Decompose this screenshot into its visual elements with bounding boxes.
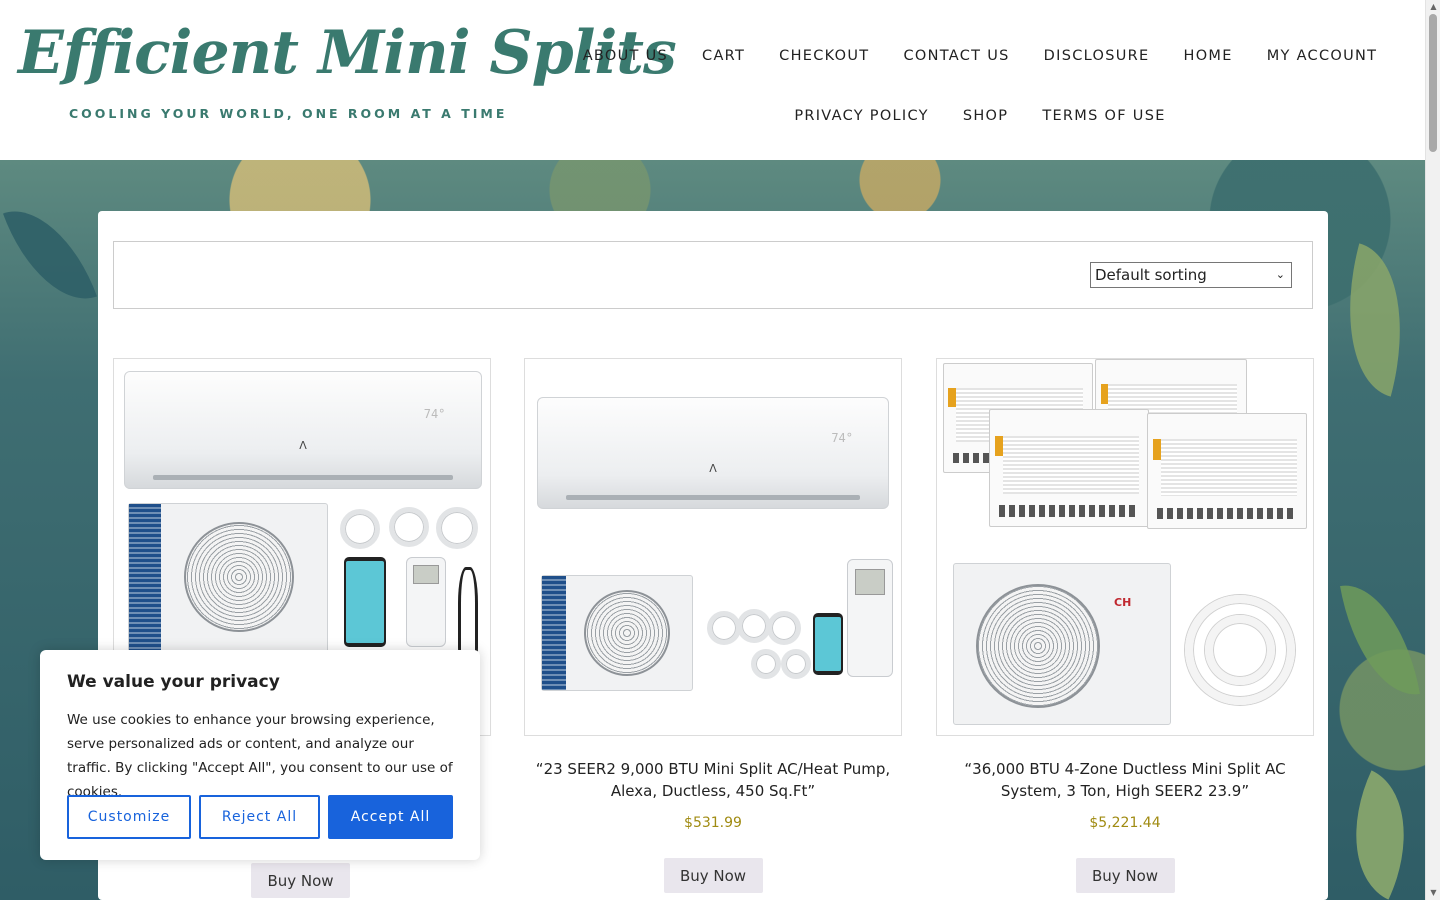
coil-icon	[767, 611, 801, 645]
cable-icon	[458, 567, 478, 657]
nav-item-home[interactable]: HOME	[1166, 48, 1249, 64]
sorting-select[interactable]: Default sorting ⌄	[1090, 262, 1292, 288]
wall-unit-image	[1147, 413, 1307, 529]
coil-icon	[436, 507, 478, 549]
nav-row-1: ABOUT US CART CHECKOUT CONTACT US DISCLO…	[570, 26, 1390, 86]
remote-icon	[406, 557, 446, 647]
product-card: CH “36,000 BTU 4-Zone Ductless Mini Spli…	[936, 358, 1314, 893]
sorting-select-value: Default sorting	[1095, 266, 1207, 284]
reject-all-button[interactable]: Reject All	[199, 795, 320, 839]
decor-leaf-icon	[1325, 770, 1435, 900]
coil-icon	[751, 649, 781, 679]
buy-now-button[interactable]: Buy Now	[251, 863, 350, 898]
decor-leaf-icon	[2, 193, 98, 317]
nav-row-2: PRIVACY POLICY SHOP TERMS OF USE	[570, 86, 1390, 146]
hose-icon	[1205, 615, 1275, 685]
nav-item-disclosure[interactable]: DISCLOSURE	[1027, 48, 1167, 64]
shop-toolbar: Default sorting ⌄	[113, 241, 1313, 309]
outdoor-unit-image	[541, 575, 693, 691]
brand-mark-icon: Λ	[299, 439, 307, 453]
site-header: Efficient Mini Splits COOLING YOUR WORLD…	[0, 0, 1425, 160]
decor-leaf-icon	[1323, 243, 1427, 397]
buy-now-button[interactable]: Buy Now	[663, 858, 763, 893]
remote-icon	[847, 559, 893, 677]
main-nav: ABOUT US CART CHECKOUT CONTACT US DISCLO…	[570, 26, 1390, 146]
nav-item-checkout[interactable]: CHECKOUT	[762, 48, 886, 64]
customize-button[interactable]: Customize	[67, 795, 191, 839]
nav-item-contact-us[interactable]: CONTACT US	[886, 48, 1026, 64]
product-card: 74° Λ “23 SEER2 9,000 BTU Mini Split AC/…	[524, 358, 902, 893]
nav-item-terms-of-use[interactable]: TERMS OF USE	[1025, 108, 1182, 124]
indoor-unit-image: 74° Λ	[537, 397, 889, 509]
scroll-down-icon[interactable]: ▼	[1426, 886, 1440, 900]
coil-icon	[707, 611, 741, 645]
nav-item-cart[interactable]: CART	[685, 48, 762, 64]
nav-item-about-us[interactable]: ABOUT US	[566, 48, 685, 64]
outdoor-unit-image: CH	[953, 563, 1171, 725]
cookie-title: We value your privacy	[67, 672, 280, 692]
accept-all-button[interactable]: Accept All	[328, 795, 453, 839]
scroll-thumb[interactable]	[1429, 14, 1437, 152]
unit-display-text: 74°	[423, 406, 446, 421]
coil-icon	[737, 609, 771, 643]
brand-mark-icon: Λ	[709, 461, 717, 475]
product-image[interactable]: 74° Λ	[524, 358, 902, 736]
nav-item-my-account[interactable]: MY ACCOUNT	[1250, 48, 1395, 64]
product-title[interactable]: “36,000 BTU 4-Zone Ductless Mini Split A…	[936, 758, 1314, 802]
product-price: $531.99	[684, 815, 742, 831]
phone-icon	[344, 557, 386, 647]
coil-icon	[389, 507, 429, 547]
coil-icon	[781, 649, 811, 679]
cookie-text: We use cookies to enhance your browsing …	[67, 712, 453, 800]
brand-logo: CH	[1114, 596, 1132, 609]
product-image[interactable]: CH	[936, 358, 1314, 736]
cookie-buttons: Customize Reject All Accept All	[67, 795, 453, 839]
scroll-up-icon[interactable]: ▲	[1426, 0, 1440, 14]
site-tagline: COOLING YOUR WORLD, ONE ROOM AT A TIME	[69, 106, 508, 121]
buy-now-button[interactable]: Buy Now	[1075, 858, 1175, 893]
wall-unit-image	[989, 409, 1149, 527]
product-title[interactable]: “23 SEER2 9,000 BTU Mini Split AC/Heat P…	[524, 758, 902, 802]
unit-display-text: 74°	[831, 431, 853, 445]
chevron-down-icon: ⌄	[1275, 268, 1285, 281]
indoor-unit-image: 74° Λ	[124, 371, 482, 489]
page-scrollbar[interactable]: ▲ ▼	[1425, 0, 1440, 900]
phone-icon	[813, 613, 843, 675]
product-price: $5,221.44	[1089, 815, 1161, 831]
decor-leaf-icon	[1340, 575, 1420, 705]
outdoor-unit-image	[128, 503, 328, 653]
nav-item-privacy-policy[interactable]: PRIVACY POLICY	[777, 108, 946, 124]
nav-item-shop[interactable]: SHOP	[946, 108, 1025, 124]
cookie-consent-dialog: We value your privacy We use cookies to …	[40, 650, 480, 860]
coil-icon	[340, 509, 380, 549]
